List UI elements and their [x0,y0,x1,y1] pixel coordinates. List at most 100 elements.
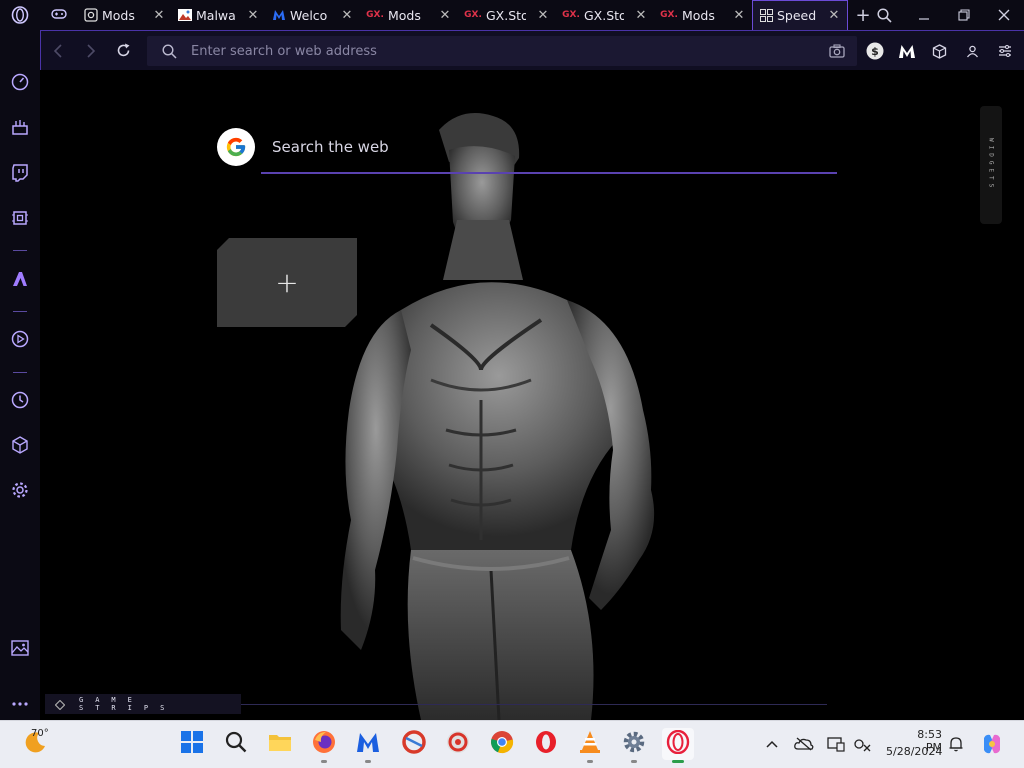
forward-button[interactable] [74,31,107,71]
tab-4[interactable]: GX. Mods ✕ [360,0,458,30]
sidebar [0,30,40,720]
wallpaper-muscular-man-image [340,113,655,720]
sidebar-twitch[interactable] [0,160,40,190]
tab-4-close-icon[interactable]: ✕ [438,8,452,23]
tab-2-close-icon[interactable]: ✕ [246,8,260,23]
tab-6[interactable]: GX. GX.Sto ✕ [556,0,654,30]
tab-7[interactable]: GX. Mods ✕ [654,0,752,30]
tab-1[interactable]: Mods ✕ [78,0,172,30]
sidebar-more[interactable] [0,686,40,716]
tab-8-active[interactable]: Speed ✕ [752,0,848,31]
file-explorer-button[interactable] [264,728,296,760]
google-logo-icon[interactable] [217,128,255,166]
tab-5-close-icon[interactable]: ✕ [536,8,550,23]
extensions-cube-icon[interactable] [923,31,955,71]
malwarebytes-icon [272,8,286,22]
widgets-toggle[interactable]: WIDGETS [980,106,1002,224]
gear-box-icon [84,8,98,22]
tab-6-close-icon[interactable]: ✕ [634,8,648,23]
cube-icon [11,436,29,458]
tab-3-close-icon[interactable]: ✕ [340,8,354,23]
tab-2[interactable]: Malwa ✕ [172,0,266,30]
opera-gx-taskbar-button[interactable] [442,728,474,760]
reload-button[interactable] [107,31,140,71]
tab-8-label: Speed [777,8,817,23]
running-indicator [587,760,593,763]
game-strips-icon [54,695,66,714]
minimize-icon[interactable] [904,0,944,30]
chrome-icon [490,730,514,758]
url-box[interactable] [147,36,857,66]
opera-gx-logo-icon[interactable] [0,0,40,30]
tab-bar: Mods ✕ Malwa ✕ Welco ✕ GX. Mods ✕ GX. GX… [0,0,1024,31]
active-indicator [672,760,684,763]
malwarebytes-button[interactable] [352,728,384,763]
bottom-divider [241,704,827,705]
sidebar-separator [13,372,27,373]
clock-date[interactable]: 5/28/2024 [886,745,942,758]
image-landscape-icon [11,640,29,660]
chrome-button[interactable] [486,728,518,760]
game-strips-bar[interactable]: GAME STRIPS [45,694,241,714]
sidebar-extensions[interactable] [0,432,40,462]
display-project-icon[interactable] [826,734,846,754]
back-button[interactable] [41,31,74,71]
settings-button[interactable] [618,728,650,763]
tab-7-label: Mods [682,7,715,23]
gx-corner-icon [11,118,29,140]
weather-temperature: 70° [31,728,49,739]
malwarebytes-extension-icon[interactable] [891,31,923,71]
tab-3-label: Welco [290,7,328,23]
sidebar-hardware[interactable] [0,205,40,235]
sidebar-settings[interactable] [0,477,40,507]
tab-2-label: Malwa [196,7,236,23]
tab-search-icon[interactable] [864,0,904,30]
easy-setup-menu-icon[interactable] [989,31,1021,71]
ccleaner-icon [402,730,426,758]
vlc-button[interactable] [574,728,606,763]
close-window-icon[interactable] [984,0,1024,30]
sidebar-separator [13,250,27,251]
restore-icon[interactable] [944,0,984,30]
tab-7-close-icon[interactable]: ✕ [732,8,746,23]
copilot-icon[interactable] [980,732,1004,756]
sidebar-gx-corner[interactable] [0,114,40,144]
sidebar-player[interactable] [0,326,40,356]
notifications-bell-icon[interactable] [946,734,966,754]
tab-4-label: Mods [388,7,421,23]
snapshot-camera-icon[interactable] [821,31,853,71]
dollar-extension-icon[interactable]: $ [859,31,891,71]
show-hidden-icons-chevron-up-icon[interactable] [762,734,782,754]
opera-gx-active-button[interactable] [662,728,694,763]
game-strips-label: GAME STRIPS [79,696,177,712]
running-indicator [321,760,327,763]
tab-gamepad[interactable] [40,0,78,30]
network-disconnected-icon[interactable] [852,734,872,754]
opera-button[interactable] [530,728,562,760]
tab-1-label: Mods [102,7,135,23]
tab-3[interactable]: Welco ✕ [266,0,360,30]
tab-5[interactable]: GX. GX.Sto ✕ [458,0,556,30]
opera-gx-icon [446,730,470,758]
onedrive-offline-icon[interactable] [794,734,814,754]
sidebar-wallpapers[interactable] [0,635,40,665]
widgets-label: WIDGETS [987,138,995,192]
web-search-input[interactable]: Search the web [272,138,389,156]
opera-gx-ring-icon [666,729,690,758]
start-button[interactable] [176,728,208,760]
tab-8-close-icon[interactable]: ✕ [827,8,841,23]
add-speed-dial-button[interactable]: + [217,238,357,327]
tab-5-label: GX.Sto [486,7,526,23]
ccleaner-button[interactable] [398,728,430,760]
sidebar-aria[interactable] [0,266,40,296]
profile-icon[interactable] [956,31,988,71]
sidebar-gx-control[interactable] [0,69,40,99]
search-icon [225,731,247,757]
running-indicator [631,760,637,763]
taskbar-search-button[interactable] [220,728,252,760]
firefox-button[interactable] [308,728,340,763]
url-input[interactable] [191,43,791,59]
tab-1-close-icon[interactable]: ✕ [152,8,166,23]
sidebar-history[interactable] [0,387,40,417]
tab-6-label: GX.Sto [584,7,624,23]
